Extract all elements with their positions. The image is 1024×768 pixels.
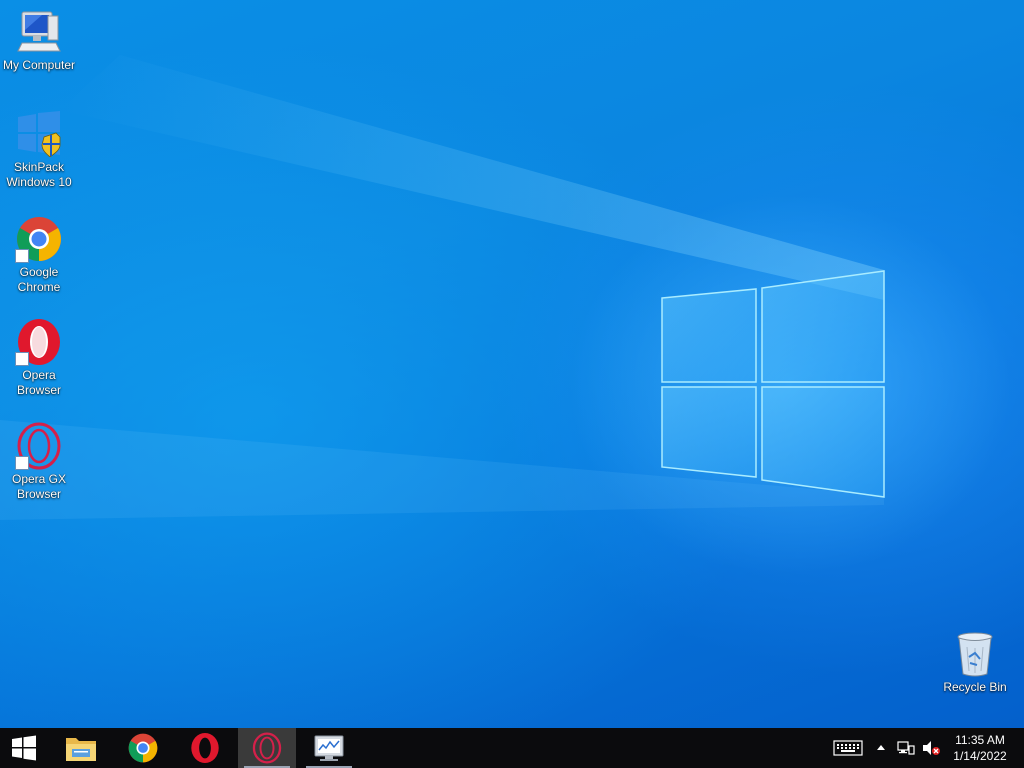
network-icon (897, 741, 915, 755)
chevron-up-icon (877, 745, 885, 750)
show-hidden-icons-button[interactable] (872, 728, 890, 768)
desktop-icon-skinpack[interactable]: SkinPack Windows 10 (0, 110, 78, 190)
taskbar-file-explorer[interactable] (52, 728, 110, 768)
chrome-icon (15, 215, 63, 263)
shortcut-arrow-icon (15, 352, 29, 366)
network-button[interactable] (894, 728, 918, 768)
clock-time: 11:35 AM (955, 733, 1005, 747)
taskbar-performance-monitor[interactable] (300, 728, 358, 768)
desktop-icon-recycle-bin[interactable]: Recycle Bin (936, 630, 1014, 695)
opera-gx-icon (15, 422, 63, 470)
desktop-icon-label: Recycle Bin (943, 680, 1007, 694)
desktop-icon-opera-gx[interactable]: Opera GX Browser (0, 422, 78, 502)
opera-icon (191, 733, 219, 763)
desktop-icon-my-computer[interactable]: My Computer (0, 8, 78, 73)
computer-icon (15, 8, 63, 56)
taskbar-opera-gx[interactable] (238, 728, 296, 768)
volume-muted-icon (923, 741, 940, 755)
wallpaper (0, 55, 1010, 575)
shortcut-arrow-icon (15, 456, 29, 470)
clock-date: 1/14/2022 (953, 749, 1007, 763)
desktop-icon-google-chrome[interactable]: Google Chrome (0, 215, 78, 295)
volume-button[interactable] (920, 728, 942, 768)
keyboard-icon (833, 740, 863, 756)
desktop-icon-label: SkinPack Windows 10 (6, 160, 72, 189)
desktop-icon-label: Opera Browser (16, 368, 61, 397)
opera-icon (15, 318, 63, 366)
desktop-icon-label: My Computer (2, 58, 76, 72)
folder-icon (66, 738, 96, 761)
recycle-bin-icon (951, 630, 999, 678)
taskbar-opera[interactable] (176, 728, 234, 768)
windows-shield-icon (15, 110, 63, 158)
desktop-icon-label: Opera GX Browser (11, 472, 67, 501)
chrome-icon (128, 733, 158, 763)
start-button[interactable] (0, 728, 48, 768)
touch-keyboard-button[interactable] (828, 728, 868, 768)
taskbar-google-chrome[interactable] (114, 728, 172, 768)
windows-logo-icon (12, 735, 36, 761)
taskbar: 11:35 AM 1/14/2022 (0, 728, 1024, 768)
desktop-icon-opera[interactable]: Opera Browser (0, 318, 78, 398)
opera-gx-icon (252, 732, 282, 764)
desktop: My Computer SkinPack Windows 10 Google C… (0, 0, 1024, 728)
monitor-chart-icon (314, 735, 344, 761)
desktop-icon-label: Google Chrome (17, 265, 61, 294)
clock[interactable]: 11:35 AM 1/14/2022 (948, 732, 1012, 764)
windows-logo-wallpaper (661, 270, 885, 498)
shortcut-arrow-icon (15, 249, 29, 263)
